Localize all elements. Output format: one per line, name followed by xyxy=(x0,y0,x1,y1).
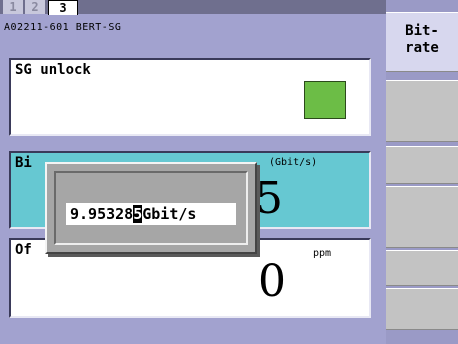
bitrate-entry-dialog: 9.953285Gbit/s xyxy=(45,162,257,254)
softkey-5[interactable] xyxy=(386,250,458,286)
softkey-2[interactable] xyxy=(386,80,458,142)
bitrate-input[interactable]: 9.953285Gbit/s xyxy=(66,203,236,225)
softkey-3[interactable] xyxy=(386,146,458,184)
softkey-6[interactable] xyxy=(386,288,458,330)
offset-title: Of xyxy=(15,242,32,258)
sg-status-title: SG unlock xyxy=(15,62,91,78)
tab-bar: 1 2 3 xyxy=(0,0,386,15)
input-text-after-cursor: Gbit/s xyxy=(142,205,197,223)
softkey-bitrate-line2: rate xyxy=(405,40,439,56)
device-model-label: A02211-601 BERT-SG xyxy=(4,22,122,33)
bitrate-unit: (Gbit/s) xyxy=(269,157,318,168)
softkey-bitrate-line1: Bit- xyxy=(405,23,439,39)
offset-value: 0 xyxy=(258,256,286,307)
sg-status-panel: SG unlock xyxy=(9,58,371,136)
tab-3[interactable]: 3 xyxy=(48,0,78,15)
sg-lock-indicator xyxy=(304,81,346,119)
input-cursor-digit: 5 xyxy=(133,205,143,223)
softkey-4[interactable] xyxy=(386,186,458,248)
tab-1[interactable]: 1 xyxy=(3,0,24,14)
tab-2[interactable]: 2 xyxy=(25,0,46,14)
bitrate-value: 5 xyxy=(255,173,283,224)
softkey-bitrate[interactable]: Bit- rate xyxy=(386,12,458,72)
dialog-inner-frame: 9.953285Gbit/s xyxy=(54,171,248,245)
input-text-before-cursor: 9.95328 xyxy=(70,205,134,223)
offset-unit: ppm xyxy=(313,248,332,259)
bitrate-title: Bi xyxy=(15,155,32,171)
softkey-column: Bit- rate xyxy=(386,0,458,344)
